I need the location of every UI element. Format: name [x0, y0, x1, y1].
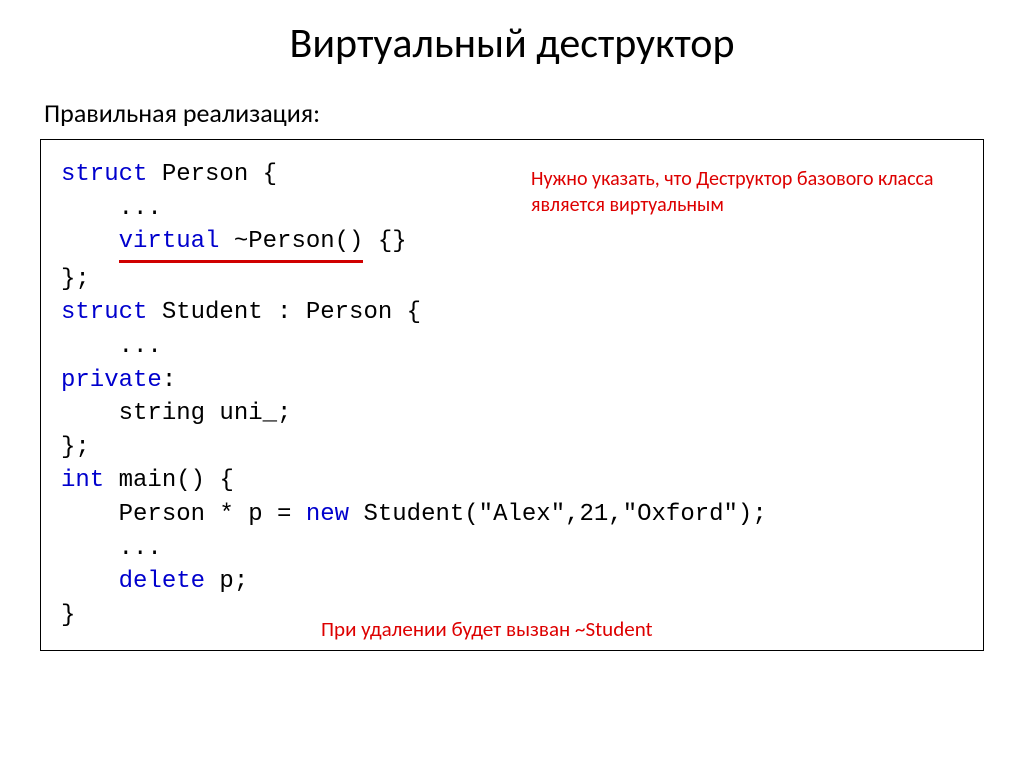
keyword-struct: struct: [61, 161, 147, 188]
keyword-int: int: [61, 467, 104, 494]
code-text: Student : Person {: [147, 299, 421, 326]
code-line: };: [61, 431, 963, 465]
slide-title: Виртуальный деструктор: [40, 18, 984, 69]
code-line: ...: [61, 330, 963, 364]
keyword-new: new: [306, 501, 349, 528]
code-line: Person * p = new Student("Alex",21,"Oxfo…: [61, 498, 963, 532]
code-box: Нужно указать, что Деструктор базового к…: [40, 139, 984, 651]
code-line: };: [61, 263, 963, 297]
code-text: ~Person(): [219, 228, 363, 255]
underlined-virtual: virtual ~Person(): [119, 225, 364, 263]
code-text: Person * p =: [61, 501, 306, 528]
code-line: struct Student : Person {: [61, 296, 963, 330]
code-indent: [61, 228, 119, 255]
code-text: main() {: [104, 467, 234, 494]
keyword-private: private: [61, 367, 162, 394]
code-line: ...: [61, 532, 963, 566]
subtitle: Правильная реализация:: [44, 97, 984, 129]
code-line: int main() {: [61, 464, 963, 498]
annotation-virtual-destructor: Нужно указать, что Деструктор базового к…: [531, 166, 951, 218]
keyword-struct: struct: [61, 299, 147, 326]
code-text: p;: [205, 568, 248, 595]
code-text: {}: [363, 228, 406, 255]
keyword-virtual: virtual: [119, 228, 220, 255]
code-line: virtual ~Person() {}: [61, 225, 963, 263]
code-indent: [61, 568, 119, 595]
keyword-delete: delete: [119, 568, 205, 595]
code-line: delete p;: [61, 565, 963, 599]
annotation-delete-call: При удалении будет вызван ~Student: [321, 616, 653, 643]
code-text: Student("Alex",21,"Oxford");: [349, 501, 767, 528]
code-text: Person {: [147, 161, 277, 188]
code-line: private:: [61, 364, 963, 398]
code-line: string uni_;: [61, 397, 963, 431]
code-text: :: [162, 367, 176, 394]
